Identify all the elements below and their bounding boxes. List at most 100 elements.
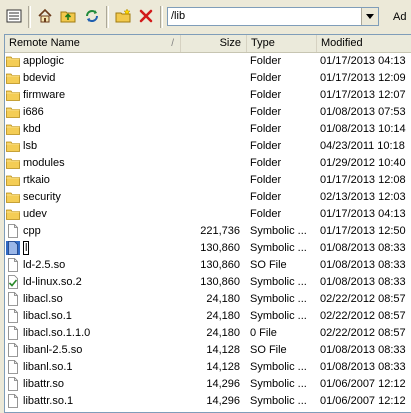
file-modified: 01/17/2013 12:09 [320,72,406,84]
file-modified: 01/08/2013 08:33 [320,242,406,254]
table-row[interactable]: ld-linux.so.2 130,860 Symbolic ... 01/08/20… [5,274,411,291]
table-row[interactable]: security Folder 02/13/2013 12:03 [5,189,411,206]
file-name: kbd [23,121,183,138]
file-name-text: ld-2.5.so [23,259,66,271]
up-folder-icon[interactable] [58,6,78,26]
table-row[interactable]: i686 Folder 01/08/2013 07:53 [5,104,411,121]
chevron-down-icon[interactable] [361,8,378,25]
file-size [185,121,240,138]
file-size: 130,860 [200,242,240,254]
file-size: 14,128 [206,361,240,373]
file-name: libacl.so.1 [23,308,183,325]
delete-icon[interactable] [136,6,156,26]
file-name-text: rtkaio [23,174,50,186]
file-type: Folder [250,157,282,169]
file-type: Symbolic ... [250,242,307,254]
file-size [185,206,240,223]
file-name: libattr.so.1 [23,393,183,410]
file-name-text: libattr.so.1 [23,395,74,407]
file-type: SO File [250,344,287,356]
file-type: Folder [250,191,282,203]
file-name: libanl-2.5.so [23,342,183,359]
file-name-text: l [23,241,30,255]
table-row[interactable]: rtkaio Folder 01/17/2013 12:08 [5,172,411,189]
refresh-icon[interactable] [82,6,102,26]
toolbar-separator [28,6,31,28]
table-row[interactable]: udev Folder 01/17/2013 04:13 [5,206,411,223]
table-row[interactable]: applogic Folder 01/17/2013 04:13 [5,53,411,70]
file-size: 130,860 [200,276,240,288]
column-header-modified[interactable]: Modified [317,35,411,52]
file-type: Symbolic ... [250,361,307,373]
file-type: Symbolic ... [250,395,307,407]
table-row[interactable]: bdevid Folder 01/17/2013 12:09 [5,70,411,87]
file-name: ld-2.5.so [23,257,183,274]
table-row[interactable]: firmware Folder 01/17/2013 12:07 [5,87,411,104]
file-modified: 01/17/2013 12:50 [320,225,406,237]
file-modified: 01/17/2013 04:13 [320,55,406,67]
file-modified: 02/13/2013 12:03 [320,191,406,203]
file-name: lsb [23,138,183,155]
file-type: Folder [250,208,282,220]
table-row[interactable]: kbd Folder 01/08/2013 10:14 [5,121,411,138]
table-row[interactable]: modules Folder 01/29/2012 10:40 [5,155,411,172]
file-name-text: libacl.so.1.1.0 [23,327,91,339]
file-name-text: libanl-2.5.so [23,344,83,356]
file-size [185,172,240,189]
table-row[interactable]: libacl.so 24,180 Symbolic ... 02/22/2012 08… [5,291,411,308]
table-row[interactable]: libattr.so 14,296 Symbolic ... 01/06/2007 1… [5,376,411,393]
sort-indicator-icon: / [171,38,174,49]
file-name: rtkaio [23,172,183,189]
file-size: 14,128 [206,344,240,356]
table-row[interactable]: lsb Folder 04/23/2011 10:18 [5,138,411,155]
new-folder-icon[interactable] [113,6,133,26]
file-type: Symbolic ... [250,310,307,322]
file-modified: 04/23/2011 10:18 [320,140,405,152]
table-row[interactable]: libanl-2.5.so 14,128 SO File 01/08/2013 08:… [5,342,411,359]
column-header-type[interactable]: Type [247,35,317,52]
file-name-text: libattr.so [23,378,64,390]
file-name: udev [23,206,183,223]
table-row[interactable]: libanl.so.1 14,128 Symbolic ... 01/08/2013 … [5,359,411,376]
file-name-text: kbd [23,123,41,135]
file-name-text: libacl.so [23,293,63,305]
address-label: Ad [393,11,407,23]
parent-directory-icon[interactable] [4,6,24,26]
file-size: 14,296 [206,395,240,407]
table-row[interactable]: libattr.so.1 14,296 Symbolic ... 01/06/2007… [5,393,411,410]
table-row[interactable]: libacl.so.1.1.0 24,180 0 File 02/22/2012 08… [5,325,411,342]
file-name-text: bdevid [23,72,56,84]
file-name: libattr.so [23,376,183,393]
file-modified: 01/17/2013 12:07 [320,89,406,101]
file-modified: 02/22/2012 08:57 [320,327,406,339]
file-type: Folder [250,72,282,84]
column-header-name[interactable]: Remote Name / [5,35,181,52]
table-row[interactable]: libacl.so.1 24,180 Symbolic ... 02/22/2012 … [5,308,411,325]
file-modified: 01/06/2007 12:12 [320,378,406,390]
path-input[interactable]: /lib [171,10,185,22]
file-name-text: udev [23,208,47,220]
file-size: 24,180 [206,293,240,305]
table-row[interactable]: cpp 221,736 Symbolic ... 01/17/2013 12:50 [5,223,411,240]
column-header-name-label: Remote Name [9,37,80,49]
file-name: applogic [23,53,183,70]
column-header: Remote Name / Size Type Modified [5,35,411,53]
rename-input[interactable]: l [23,240,183,257]
file-size [185,87,240,104]
file-name-text: modules [23,157,65,169]
column-header-size[interactable]: Size [181,35,247,52]
file-name-text: lsb [23,140,38,152]
file-type: Folder [250,174,282,186]
file-type: Symbolic ... [250,293,307,305]
file-type: Folder [250,106,282,118]
table-row[interactable]: l 130,860 Symbolic ... 01/08/2013 08:33 [5,240,411,257]
file-modified: 01/08/2013 08:33 [320,276,406,288]
table-row[interactable]: ld-2.5.so 130,860 SO File 01/08/2013 08:33 [5,257,411,274]
remote-file-list[interactable]: Remote Name / Size Type Modified applogi… [4,34,411,413]
home-icon[interactable] [35,6,55,26]
file-name: bdevid [23,70,183,87]
file-name: modules [23,155,183,172]
file-modified: 01/08/2013 08:33 [320,259,406,271]
file-name: cpp [23,223,183,240]
path-combobox[interactable]: /lib [167,7,379,26]
